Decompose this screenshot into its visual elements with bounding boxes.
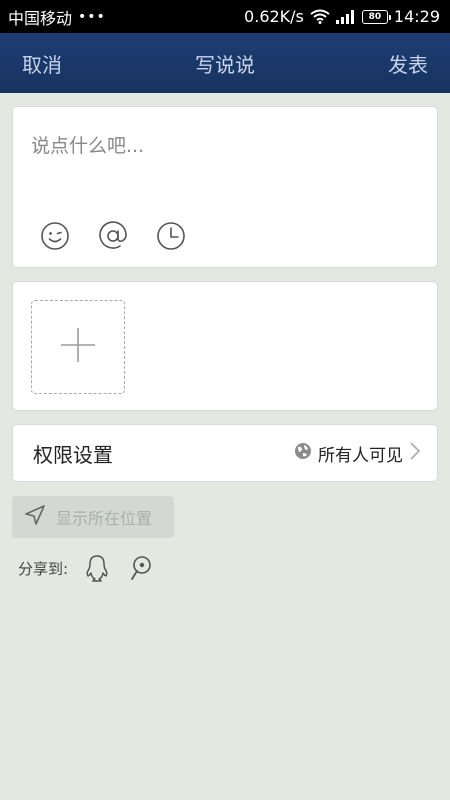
weibo-icon[interactable] xyxy=(126,553,156,583)
qq-icon[interactable] xyxy=(82,553,112,583)
permission-value: 所有人可见 xyxy=(318,445,403,466)
permission-setting-row[interactable]: 权限设置 所有人可见 xyxy=(12,424,438,482)
clock-time: 14:29 xyxy=(393,7,440,26)
permission-label: 权限设置 xyxy=(33,442,113,467)
plus-icon xyxy=(59,326,97,368)
location-arrow-icon xyxy=(24,504,46,530)
publish-button[interactable]: 发表 xyxy=(388,49,428,78)
status-bar: 中国移动 ••• 0.62K/s 80 14:29 xyxy=(0,0,450,33)
status-right: 0.62K/s 80 14:29 xyxy=(244,7,440,26)
notification-dots: ••• xyxy=(78,8,106,25)
photo-card xyxy=(12,281,438,411)
status-left: 中国移动 ••• xyxy=(8,5,106,29)
nav-bar: 取消 写说说 发表 xyxy=(0,33,450,93)
compose-input[interactable] xyxy=(31,135,421,157)
emoji-icon[interactable] xyxy=(39,220,71,252)
carrier-name: 中国移动 xyxy=(8,8,73,28)
show-location-button[interactable]: 显示所在位置 xyxy=(12,496,174,538)
cancel-button[interactable]: 取消 xyxy=(22,49,62,78)
at-icon[interactable] xyxy=(97,220,129,252)
add-photo-button[interactable] xyxy=(31,300,125,394)
share-row: 分享到: xyxy=(18,550,156,586)
chevron-right-icon xyxy=(409,441,421,466)
permission-value-group: 所有人可见 xyxy=(294,441,421,466)
compose-card xyxy=(12,106,438,268)
compose-tools xyxy=(39,220,187,252)
battery-icon: 80 xyxy=(361,9,391,24)
globe-icon xyxy=(294,442,312,465)
clock-icon[interactable] xyxy=(155,220,187,252)
page-title: 写说说 xyxy=(195,52,255,77)
wifi-icon xyxy=(310,9,330,24)
share-label: 分享到: xyxy=(18,559,69,578)
location-label: 显示所在位置 xyxy=(56,509,153,528)
network-speed: 0.62K/s xyxy=(244,7,304,26)
signal-icon xyxy=(335,9,356,24)
